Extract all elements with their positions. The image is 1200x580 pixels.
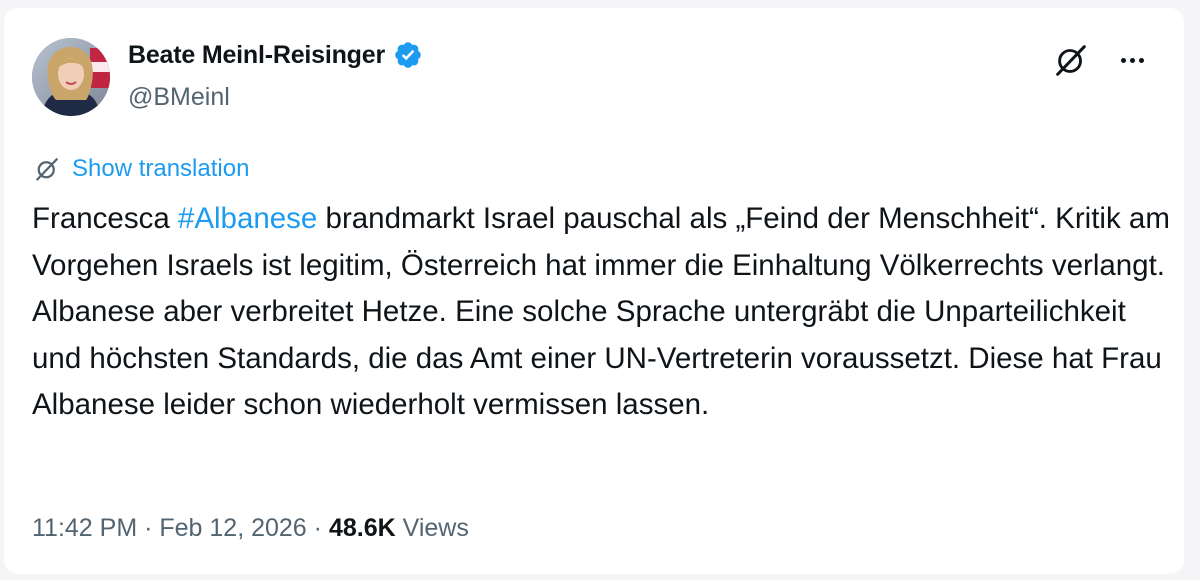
tweet-text: Francesca #Albanese brandmarkt Israel pa… [32, 196, 1172, 429]
profile-photo-icon [32, 38, 110, 116]
tweet-date[interactable]: Feb 12, 2026 [159, 514, 306, 543]
dot-icon [1129, 57, 1135, 63]
more-horizontal-icon[interactable] [1112, 40, 1152, 80]
tweet-card: Beate Meinl-Reisinger @BMeinl Show trans… [4, 8, 1184, 574]
author-display-name[interactable]: Beate Meinl-Reisinger [128, 41, 385, 70]
dot-icon [1138, 57, 1144, 63]
show-translation-link[interactable]: Show translation [72, 155, 249, 183]
tweet-time[interactable]: 11:42 PM [32, 514, 137, 543]
translate-icon [36, 158, 58, 181]
tweet-text-start: Francesca [32, 202, 178, 235]
dot-icon [1120, 57, 1126, 63]
meta-separator: · [137, 514, 160, 542]
verified-badge-icon[interactable] [393, 40, 423, 70]
author-handle[interactable]: @BMeinl [128, 83, 230, 112]
views-count: 48.6K [328, 514, 396, 542]
grok-icon[interactable] [1052, 41, 1090, 79]
show-translation-row[interactable]: Show translation [32, 154, 249, 184]
tweet-meta: 11:42 PM · Feb 12, 2026 · 48.6K Views [32, 514, 469, 543]
hashtag-link[interactable]: #Albanese [178, 202, 317, 235]
views-label: Views [402, 514, 469, 542]
meta-separator: · [306, 514, 329, 542]
author-avatar[interactable] [32, 38, 110, 116]
author-name-row: Beate Meinl-Reisinger [128, 40, 423, 70]
views-space [396, 514, 403, 543]
